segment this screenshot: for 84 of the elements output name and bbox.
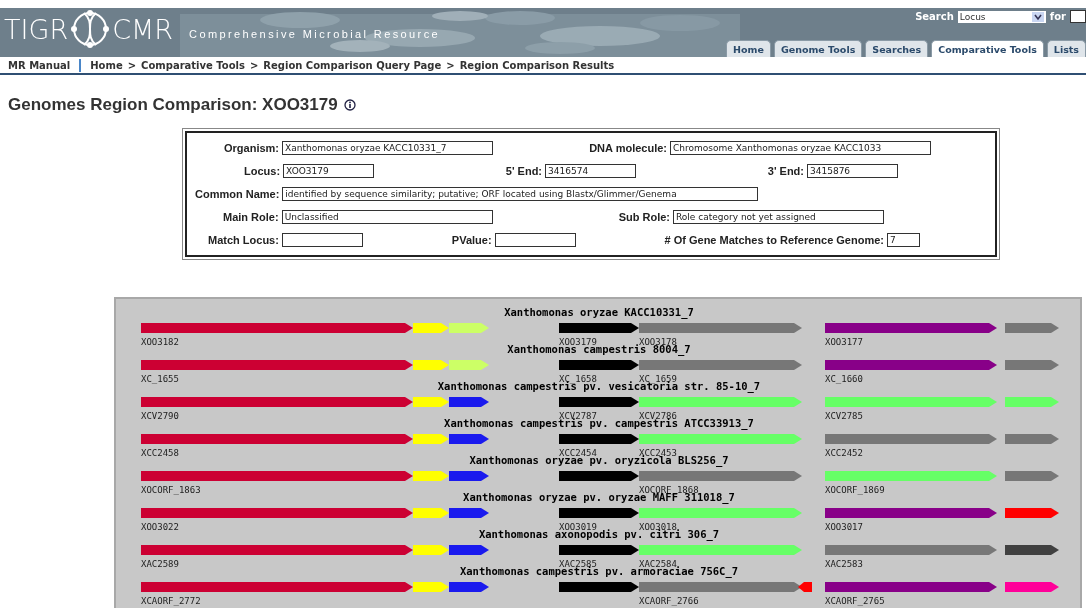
- field-label: PValue:: [451, 233, 492, 246]
- gene-label: XOO3022: [141, 522, 179, 532]
- for-label: for: [1049, 11, 1066, 22]
- reverse-gene-arrow[interactable]: [798, 582, 812, 592]
- genome-name: Xanthomonas oryzae KACC10331_7: [504, 306, 694, 318]
- gene-arrow[interactable]: [449, 545, 489, 555]
- gene-label: XC_1655: [141, 374, 179, 384]
- field-label: 5' End:: [505, 164, 543, 177]
- gene-arrow[interactable]: [449, 434, 489, 444]
- manual-link[interactable]: MR Manual: [8, 59, 71, 71]
- text-field[interactable]: identified by sequence similarity; putative; ORF located using Blastx/Glimmer/Genema: [282, 186, 759, 201]
- text-field[interactable]: [494, 232, 576, 247]
- text-field[interactable]: 3415876: [807, 163, 898, 178]
- tagline: Comprehensive Microbial Resource: [189, 28, 441, 40]
- search-type-dropdown[interactable]: Locus: [957, 10, 1046, 23]
- text-field[interactable]: Unclassified: [281, 209, 493, 224]
- gene-label: XAC2583: [825, 559, 863, 569]
- gene-label: XAC2589: [141, 559, 179, 569]
- gene-arrow[interactable]: [449, 397, 489, 407]
- nav-tab[interactable]: Genome Tools: [773, 40, 863, 57]
- logo-text: TIGR: [4, 13, 69, 45]
- field-label: Locus:: [244, 164, 281, 177]
- gene-arrow[interactable]: [559, 582, 639, 592]
- gene-label: XCAORF_2765: [825, 596, 885, 606]
- info-icon[interactable]: [343, 99, 356, 111]
- gene-label: XCV2785: [825, 411, 863, 421]
- search-label: Search: [915, 11, 954, 22]
- gene-label: XCC2458: [141, 448, 179, 458]
- gene-arrow[interactable]: [559, 434, 639, 444]
- text-field[interactable]: Xanthomonas oryzae KACC10331_7: [282, 140, 493, 155]
- gene-label: XOCORF_1868: [639, 485, 699, 495]
- gene-arrow[interactable]: [1005, 545, 1059, 555]
- field-label: Main Role:: [223, 210, 279, 223]
- text-field[interactable]: 7: [887, 232, 920, 247]
- breadcrumb-separator: >: [249, 59, 259, 71]
- breadcrumb-current: Region Comparison Results: [459, 59, 615, 71]
- gene-label: XOCORF_1863: [141, 485, 201, 495]
- gene-label: XOO3179: [559, 337, 597, 347]
- page-title: Genomes Region Comparison: XOO3179: [8, 95, 338, 115]
- gene-label: XOCORF_1869: [825, 485, 885, 495]
- gene-arrow[interactable]: [559, 323, 639, 333]
- nav-tab[interactable]: Home: [726, 40, 771, 57]
- field-label: DNA molecule:: [589, 141, 667, 154]
- text-field[interactable]: XOO3179: [283, 163, 375, 178]
- field-label: # Of Gene Matches to Reference Genome:: [664, 233, 884, 246]
- nav-tab[interactable]: Lists: [1046, 40, 1086, 57]
- breadcrumb-link[interactable]: Region Comparison Query Page: [263, 59, 442, 71]
- gene-arrow[interactable]: [559, 397, 639, 407]
- gene-label: XCAORF_2766: [639, 596, 699, 606]
- gene-label: XOO3177: [825, 337, 863, 347]
- gene-arrow[interactable]: [559, 471, 639, 481]
- gene-arrow[interactable]: [449, 471, 489, 481]
- gene-arrow[interactable]: [449, 582, 489, 592]
- gene-label: XCC2454: [559, 448, 597, 458]
- nav-tab[interactable]: Comparative Tools: [931, 40, 1044, 57]
- gene-label: XCAORF_2772: [141, 596, 201, 606]
- field-label: Sub Role:: [618, 210, 670, 223]
- nav-tab[interactable]: Searches: [865, 40, 929, 57]
- text-field[interactable]: [281, 232, 363, 247]
- breadcrumb-separator: >: [446, 59, 455, 71]
- gene-label: XOO3182: [141, 337, 179, 347]
- logo-text: CMR: [112, 13, 174, 45]
- dropdown-arrow-icon[interactable]: [1031, 11, 1044, 22]
- gene-label: XOO3019: [559, 522, 597, 532]
- dna-logo-icon: [70, 9, 111, 49]
- text-field[interactable]: 3416574: [545, 163, 637, 178]
- field-label: Match Locus:: [208, 233, 279, 246]
- gene-arrow[interactable]: [449, 508, 489, 518]
- text-field[interactable]: Chromosome Xanthomonas oryzae KACC1033: [670, 140, 931, 155]
- gene-label: XCV2790: [141, 411, 179, 421]
- field-label: Common Name:: [195, 187, 280, 200]
- field-label: Organism:: [224, 141, 279, 154]
- search-field[interactable]: [1070, 10, 1086, 23]
- breadcrumb-link[interactable]: Home: [90, 59, 123, 71]
- gene-arrow[interactable]: [559, 508, 639, 518]
- gene-label: XC_1660: [825, 374, 863, 384]
- gene-arrow[interactable]: [559, 360, 639, 370]
- gene-arrow[interactable]: [559, 545, 639, 555]
- breadcrumb-separator: >: [127, 59, 137, 71]
- gene-label: XCC2452: [825, 448, 863, 458]
- gene-label: XOO3017: [825, 522, 863, 532]
- field-label: 3' End:: [767, 164, 804, 177]
- text-field[interactable]: Role category not yet assigned: [673, 209, 884, 224]
- breadcrumb-link[interactable]: Comparative Tools: [141, 59, 245, 71]
